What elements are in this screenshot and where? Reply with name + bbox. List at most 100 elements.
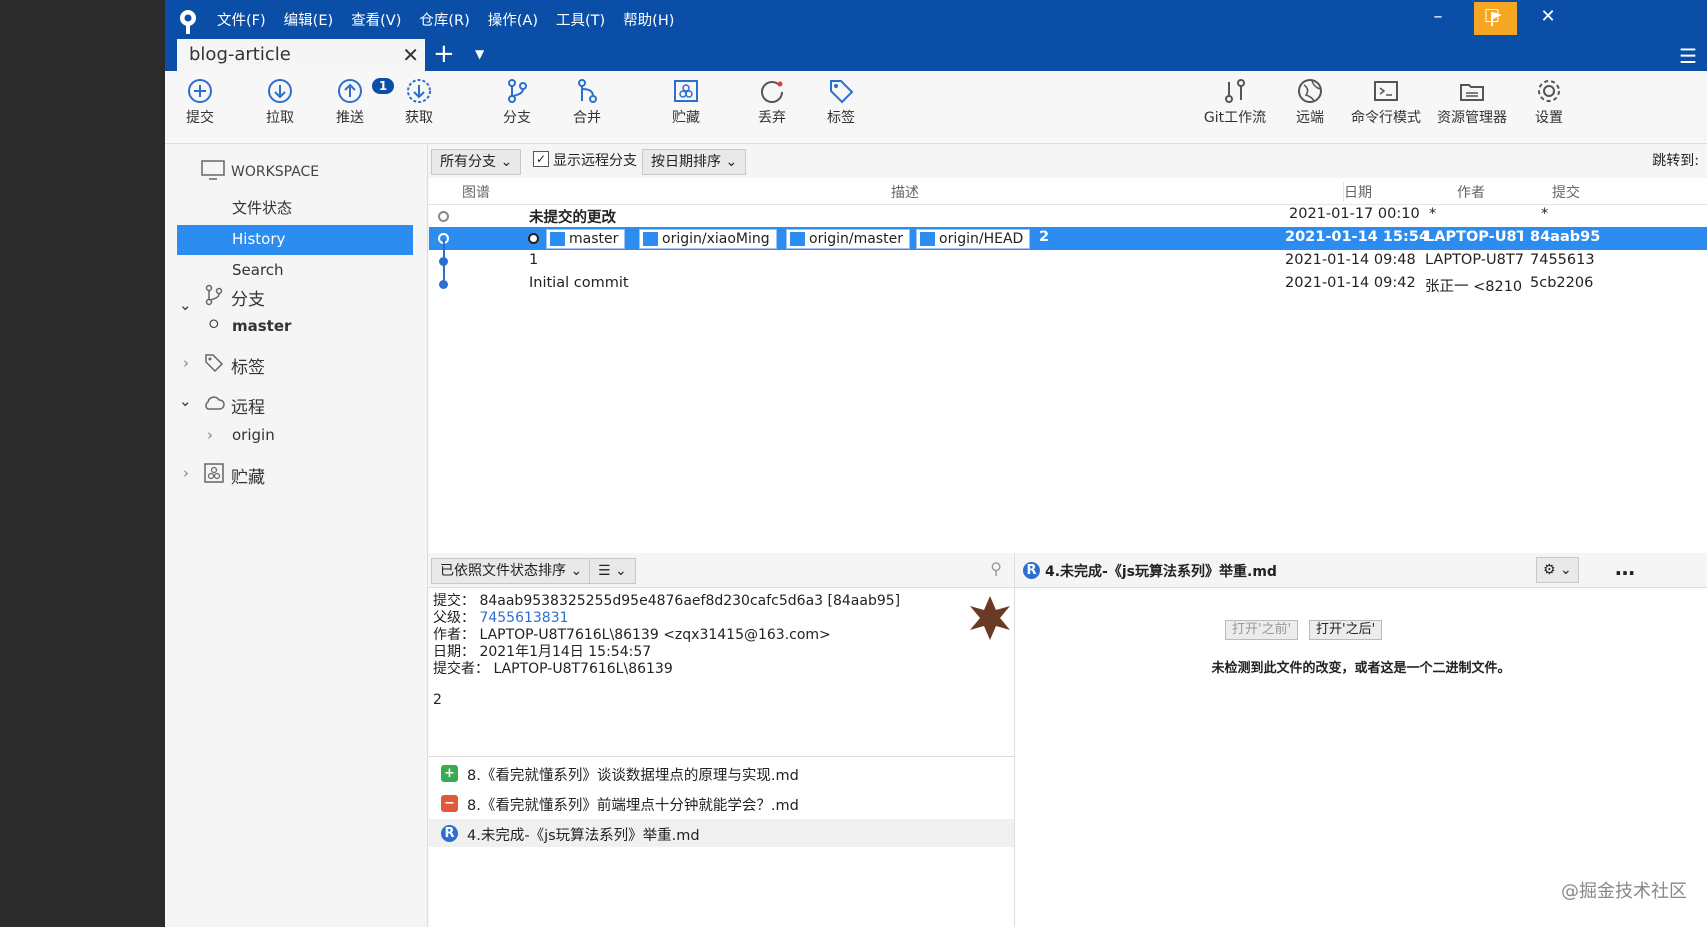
file-sort-dropdown[interactable]: 已依照文件状态排序 ⌄ [431, 558, 592, 584]
branches-heading[interactable]: 分支 [231, 285, 265, 310]
origin-chevron-icon[interactable]: › [207, 426, 213, 444]
terminal-icon [1374, 81, 1398, 101]
tag-label: 标签 [827, 110, 855, 126]
merge-button[interactable]: 合并 [552, 77, 622, 127]
close-window-button[interactable]: ✕ [1533, 6, 1563, 28]
commit-label: 提交 [186, 110, 214, 126]
branch-button[interactable]: 分支 [482, 77, 552, 127]
settings-button[interactable]: 设置 [1514, 77, 1584, 127]
maximize-button[interactable]: ☐ [1477, 6, 1507, 28]
diff-panel: R 4.未完成-《js玩算法系列》举重.md ⚙ ⌄ … 打开'之前' 打开'之… [1015, 553, 1707, 927]
repo-tab-label: blog-article [189, 44, 291, 65]
file-list-item[interactable]: + 8.《看完就懂系列》谈谈数据埋点的原理与实现.md [429, 759, 1014, 787]
commit-button[interactable]: 提交 [165, 77, 235, 127]
col-commit[interactable]: 提交 [1552, 182, 1580, 202]
commit-hash: * [1541, 206, 1549, 222]
fetch-button[interactable]: 获取 [384, 77, 454, 127]
branch-filter-dropdown[interactable]: 所有分支 ⌄ [431, 149, 522, 175]
stashes-chevron-icon[interactable]: › [183, 464, 189, 482]
ref-label-origin-master[interactable]: origin/master [786, 229, 910, 249]
file-sort-bar: 已依照文件状态排序 ⌄ ☰ ⌄ ⚲ [429, 553, 1014, 588]
title-bar: 文件(F) 编辑(E) 查看(V) 仓库(R) 操作(A) 工具(T) 帮助(H… [165, 0, 1707, 71]
current-branch-icon: ⭘ [209, 317, 219, 331]
committer-info-line: 提交者： LAPTOP-U8T7616L\86139 [433, 658, 673, 678]
file-list-item-selected[interactable]: R 4.未完成-《js玩算法系列》举重.md [429, 819, 1014, 847]
ref-label-origin-head[interactable]: origin/HEAD [916, 229, 1031, 249]
menu-view[interactable]: 查看(V) [351, 10, 401, 32]
toolbar: 提交 1 拉取 推送 获取 分支 合并 贮藏 丢弃 标签 Git工作流 远端 命… [165, 71, 1707, 144]
menu-file[interactable]: 文件(F) [217, 10, 266, 32]
menu-edit[interactable]: 编辑(E) [284, 10, 333, 32]
remotes-chevron-icon[interactable]: ⌄ [179, 392, 192, 410]
new-tab-icon[interactable]: + [433, 40, 455, 68]
col-author[interactable]: 作者 [1457, 182, 1485, 202]
commit-hash: 5cb2206 [1530, 275, 1594, 291]
explorer-button[interactable]: 资源管理器 [1427, 77, 1517, 127]
sidebar-item-history[interactable] [177, 225, 413, 255]
discard-button[interactable]: 丢弃 [737, 77, 807, 127]
push-button[interactable]: 推送 [315, 77, 385, 127]
commit-author: LAPTOP-U8T [1425, 229, 1523, 245]
tag-button[interactable]: 标签 [806, 77, 876, 127]
remote-item-origin[interactable]: origin [232, 426, 275, 444]
tags-heading[interactable]: 标签 [231, 353, 265, 378]
remote-button[interactable]: 远端 [1275, 77, 1345, 127]
removed-file-icon: − [441, 795, 458, 812]
stashes-heading[interactable]: 贮藏 [231, 463, 265, 488]
col-description[interactable]: 描述 [891, 182, 919, 202]
branch-item-master[interactable]: master [232, 317, 291, 335]
sort-dropdown[interactable]: 按日期排序 ⌄ [642, 149, 747, 175]
menu-help[interactable]: 帮助(H) [623, 10, 674, 32]
open-before-button[interactable]: 打开'之前' [1225, 620, 1299, 640]
gitflow-button[interactable]: Git工作流 [1196, 77, 1274, 127]
branches-chevron-icon[interactable]: ⌄ [179, 296, 192, 314]
menu-tools[interactable]: 工具(T) [556, 10, 605, 32]
menu-bar: 文件(F) 编辑(E) 查看(V) 仓库(R) 操作(A) 工具(T) 帮助(H… [217, 10, 692, 32]
file-list-item[interactable]: − 8.《看完就懂系列》前端埋点十分钟就能学会？.md [429, 789, 1014, 817]
merge-label: 合并 [573, 110, 601, 126]
show-remote-checkbox[interactable]: ✓ [533, 151, 549, 167]
menu-actions[interactable]: 操作(A) [488, 10, 538, 32]
commit-row[interactable]: Initial commit 2021-01-14 09:42 张正一 <821… [429, 273, 1707, 296]
menu-repository[interactable]: 仓库(R) [419, 10, 469, 32]
sidebar-item-file-status[interactable]: 文件状态 [232, 197, 292, 218]
stash-button[interactable]: 贮藏 [651, 77, 721, 127]
commit-date: 2021-01-14 15:54 [1285, 229, 1429, 245]
explorer-label: 资源管理器 [1437, 110, 1507, 126]
tags-chevron-icon[interactable]: › [183, 354, 189, 372]
col-date[interactable]: 日期 [1343, 182, 1372, 202]
commit-author: LAPTOP-U8T7 [1425, 252, 1523, 268]
commit-row-selected[interactable]: master origin/xiaoMing origin/master ori… [429, 227, 1707, 250]
ref-label-master[interactable]: master [546, 229, 626, 249]
filter-bar: 所有分支 ⌄ ✓ 显示远程分支 按日期排序 ⌄ 跳转到: [429, 144, 1707, 179]
diff-settings-dropdown[interactable]: ⚙ ⌄ [1536, 557, 1579, 583]
more-options-icon[interactable]: … [1615, 556, 1635, 580]
sidebar: WORKSPACE 文件状态 History Search ⌄ 分支 ⭘ mas… [165, 144, 428, 927]
ref-label-origin-xiaoming[interactable]: origin/xiaoMing [639, 229, 777, 249]
remotes-heading[interactable]: 远程 [231, 393, 265, 418]
tab-dropdown-icon[interactable]: ▼ [475, 47, 484, 61]
branch-icon [508, 79, 527, 103]
search-icon[interactable]: ⚲ [990, 559, 1002, 578]
repo-tab[interactable]: blog-article ✕ [177, 39, 425, 71]
commit-row[interactable]: 1 2021-01-14 09:48 LAPTOP-U8T7 7455613 [429, 250, 1707, 273]
terminal-button[interactable]: 命令行模式 [1341, 77, 1431, 127]
minimize-button[interactable]: – [1423, 6, 1453, 28]
discard-icon [761, 81, 783, 103]
commit-author: * [1429, 206, 1437, 222]
hamburger-menu-icon[interactable]: ☰ [1679, 44, 1697, 68]
close-tab-icon[interactable]: ✕ [402, 43, 419, 67]
stash-icon [674, 80, 698, 102]
jump-to-label[interactable]: 跳转到: [1652, 150, 1699, 170]
col-graph[interactable]: 图谱 [462, 182, 490, 202]
sidebar-item-search[interactable]: Search [232, 261, 284, 279]
branch-ref-icon [790, 232, 805, 246]
graph-node [438, 211, 449, 222]
pull-button[interactable]: 拉取 [245, 77, 315, 127]
fetch-icon [407, 79, 431, 103]
sourcetree-logo-icon [180, 10, 196, 34]
commit-row[interactable]: 未提交的更改 2021-01-17 00:10 * * [429, 204, 1707, 227]
renamed-file-icon: R [1023, 562, 1040, 579]
view-mode-dropdown[interactable]: ☰ ⌄ [589, 558, 636, 584]
open-after-button[interactable]: 打开'之后' [1309, 620, 1383, 640]
